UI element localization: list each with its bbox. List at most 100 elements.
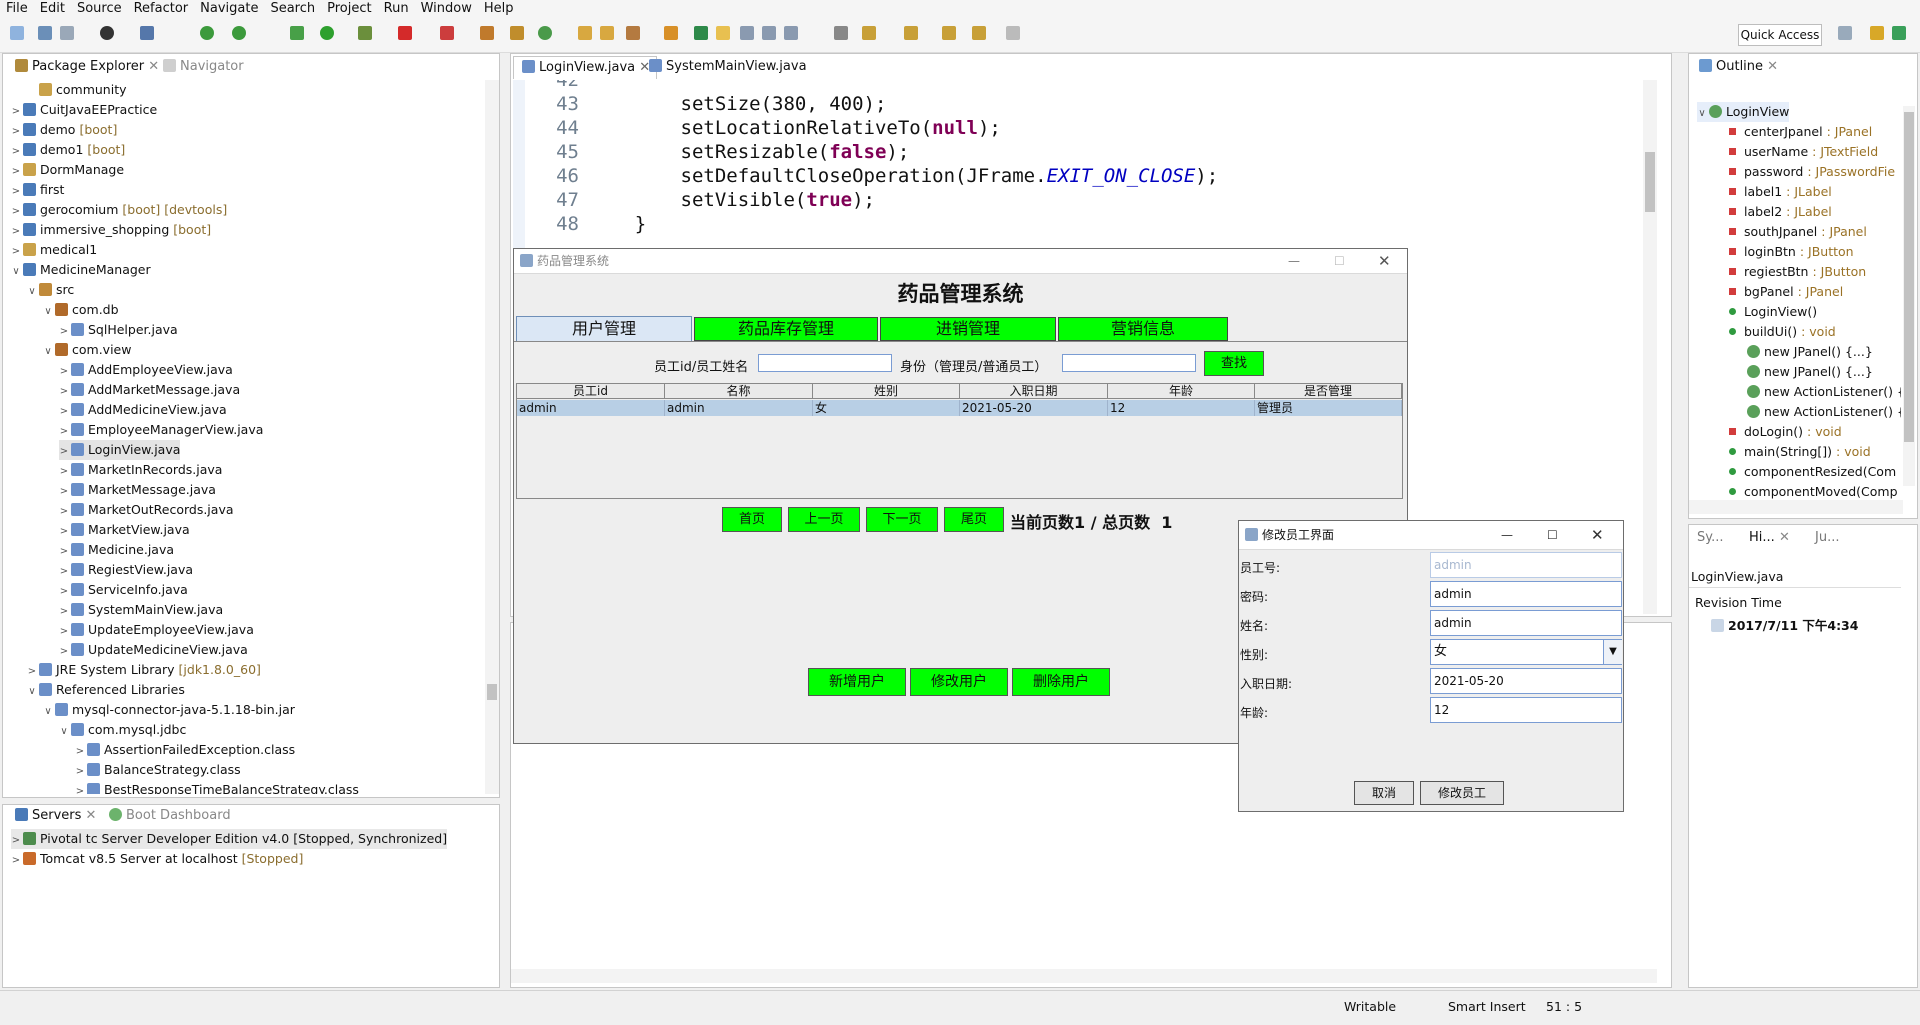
scrollbar-thumb[interactable] [1904, 112, 1914, 442]
tree-item[interactable]: ∨com.view [43, 340, 131, 360]
outline-item[interactable]: new JPanel() {...} [1745, 342, 1873, 362]
tree-item[interactable]: >BalanceStrategy.class [75, 760, 241, 780]
search-input[interactable] [758, 354, 892, 372]
outline-item[interactable]: doLogin() : void [1729, 422, 1842, 442]
search-button[interactable]: 查找 [1204, 351, 1264, 376]
close-icon[interactable]: ✕ [1378, 249, 1391, 273]
save-all-icon[interactable] [60, 26, 74, 40]
tab-user-management[interactable]: 用户管理 [516, 316, 692, 342]
menu-window[interactable]: Window [415, 0, 478, 18]
close-icon[interactable]: ✕ [1779, 530, 1790, 545]
skip-breakpoints-icon[interactable] [140, 26, 154, 40]
tree-item[interactable]: >UpdateMedicineView.java [59, 640, 248, 660]
last-page-button[interactable]: 尾页 [944, 507, 1004, 532]
menu-help[interactable]: Help [478, 0, 520, 18]
prev-page-button[interactable]: 上一页 [788, 507, 860, 532]
expand-toggle-icon[interactable]: > [11, 162, 21, 182]
expand-toggle-icon[interactable]: > [59, 542, 69, 562]
tree-item[interactable]: >CuitJavaEEPractice [11, 100, 157, 120]
expand-toggle-icon[interactable]: ∨ [27, 682, 37, 702]
outline-item[interactable]: buildUi() : void [1729, 322, 1836, 342]
revision-entry[interactable]: 2017/7/11 下午4:34 [1709, 615, 1858, 634]
minimize-icon[interactable]: — [1288, 249, 1300, 273]
outline-item[interactable]: componentResized(Com [1729, 462, 1896, 482]
cancel-button[interactable]: 取消 [1354, 781, 1414, 805]
next-page-button[interactable]: 下一页 [866, 507, 938, 532]
search-icon[interactable] [626, 26, 640, 40]
server-row[interactable]: >Tomcat v8.5 Server at localhost [Stoppe… [11, 849, 303, 869]
expand-toggle-icon[interactable]: > [75, 742, 85, 762]
tree-item[interactable]: >SystemMainView.java [59, 600, 223, 620]
expand-toggle-icon[interactable]: > [59, 522, 69, 542]
spring-perspective-icon[interactable] [1892, 26, 1906, 40]
tree-item[interactable]: ∨com.mysql.jdbc [59, 720, 186, 740]
tab-boot-dashboard[interactable]: Boot Dashboard [101, 805, 237, 827]
tree-item[interactable]: >gerocomium [boot] [devtools] [11, 200, 227, 220]
role-input[interactable] [1062, 354, 1196, 372]
confirm-edit-button[interactable]: 修改员工 [1420, 781, 1504, 805]
tree-item[interactable]: >BestResponseTimeBalanceStrategy.class [75, 780, 359, 794]
tree-item[interactable]: >immersive_shopping [boot] [11, 220, 211, 240]
expand-toggle-icon[interactable]: ∨ [43, 702, 53, 722]
tree-item[interactable]: >UpdateEmployeeView.java [59, 620, 254, 640]
outline-item[interactable]: southJpanel : JPanel [1729, 222, 1867, 242]
last-edit-icon[interactable] [942, 26, 956, 40]
debug-icon[interactable] [232, 26, 246, 40]
expand-toggle-icon[interactable]: > [11, 182, 21, 202]
maximize-icon[interactable]: ☐ [1547, 521, 1558, 549]
menu-source[interactable]: Source [71, 0, 128, 18]
tab-medicine-stock[interactable]: 药品库存管理 [694, 317, 878, 341]
menu-search[interactable]: Search [264, 0, 321, 18]
close-icon[interactable]: ✕ [1591, 521, 1604, 549]
menu-refactor[interactable]: Refactor [128, 0, 195, 18]
expand-toggle-icon[interactable]: ∨ [27, 282, 37, 302]
expand-toggle-icon[interactable]: > [59, 482, 69, 502]
save-icon[interactable] [38, 26, 52, 40]
menu-project[interactable]: Project [321, 0, 377, 18]
expand-toggle-icon[interactable]: > [11, 142, 21, 162]
expand-toggle-icon[interactable]: > [59, 382, 69, 402]
tree-item[interactable]: >first [11, 180, 64, 200]
tree-item[interactable]: >demo1 [boot] [11, 140, 125, 160]
tree-item[interactable]: >MarketOutRecords.java [59, 500, 234, 520]
scrollbar-thumb[interactable] [487, 684, 497, 700]
new-class-icon[interactable] [538, 26, 552, 40]
horizontal-scrollbar[interactable] [511, 969, 1657, 983]
column-header[interactable]: 是否管理 [1255, 384, 1402, 399]
open-perspective-icon[interactable] [1838, 26, 1852, 40]
tab-systemmainview-java[interactable]: SystemMainView.java [641, 56, 813, 78]
expand-toggle-icon[interactable]: > [11, 202, 21, 222]
expand-toggle-icon[interactable]: ∨ [43, 302, 53, 322]
expand-toggle-icon[interactable]: ∨ [59, 722, 69, 742]
window-titlebar[interactable]: 药品管理系统 — ☐ ✕ [514, 249, 1407, 274]
name-field[interactable]: admin [1430, 610, 1622, 636]
expand-toggle-icon[interactable]: > [59, 582, 69, 602]
globe-icon[interactable] [834, 26, 848, 40]
gender-select[interactable]: 女 ▼ [1430, 639, 1622, 665]
tree-item[interactable]: >medical1 [11, 240, 97, 260]
tree-item[interactable]: >Medicine.java [59, 540, 174, 560]
expand-toggle-icon[interactable]: ∨ [43, 342, 53, 362]
tab-history[interactable]: Hi... ✕ [1743, 527, 1796, 549]
word-wrap-icon[interactable] [762, 26, 776, 40]
tree-item[interactable]: ∨mysql-connector-java-5.1.18-bin.jar [43, 700, 295, 720]
column-header[interactable]: 员工id [517, 384, 665, 399]
expand-toggle-icon[interactable]: > [59, 362, 69, 382]
tree-item[interactable]: >MarketInRecords.java [59, 460, 222, 480]
expand-toggle-icon[interactable]: > [59, 442, 69, 462]
tree-item[interactable]: >demo [boot] [11, 120, 117, 140]
expand-toggle-icon[interactable]: > [59, 622, 69, 642]
dialog-titlebar[interactable]: 修改员工界面 — ☐ ✕ [1239, 521, 1623, 550]
forward-icon[interactable] [1006, 26, 1020, 40]
tab-sales-management[interactable]: 进销管理 [880, 317, 1056, 341]
delete-user-button[interactable]: 删除用户 [1012, 668, 1110, 696]
scrollbar-thumb[interactable] [1645, 152, 1655, 212]
maximize-icon[interactable]: ☐ [1334, 249, 1345, 273]
outline-item[interactable]: centerJpanel : JPanel [1729, 122, 1872, 142]
tree-item[interactable]: ∨MedicineManager [11, 260, 151, 280]
tab-sync[interactable]: Sy... [1691, 527, 1730, 549]
toggle-breadcrumb-icon[interactable] [694, 26, 708, 40]
mark-occurrences-icon[interactable] [716, 26, 730, 40]
tree-item[interactable]: ∨Referenced Libraries [27, 680, 185, 700]
open-resource-icon[interactable] [600, 26, 614, 40]
